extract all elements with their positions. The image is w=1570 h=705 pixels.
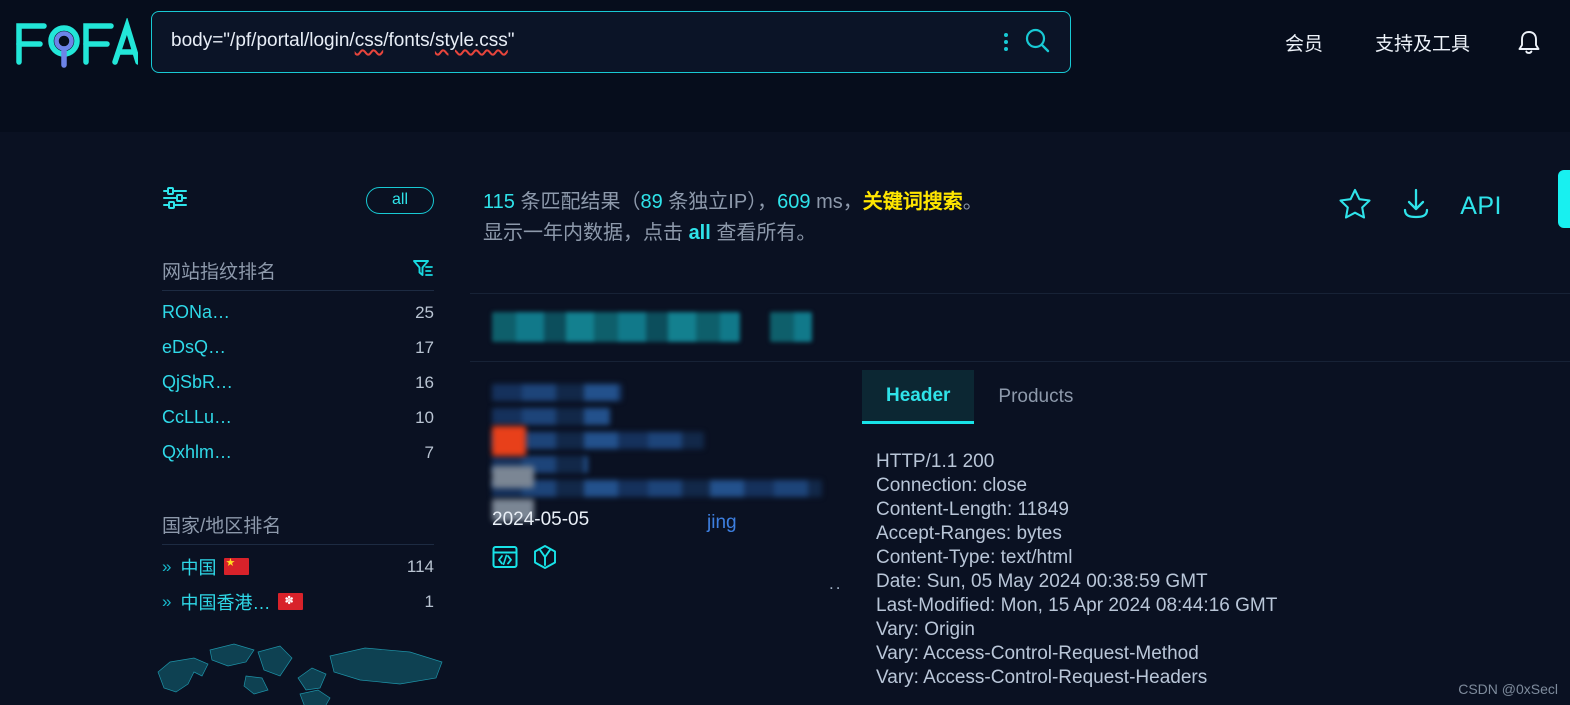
result-date: 2024-05-05 (492, 509, 590, 530)
redacted-meta-line (492, 408, 610, 425)
all-inline-link[interactable]: all (689, 222, 711, 244)
sliders-filter-icon[interactable] (162, 186, 188, 215)
header-line: Vary: Access-Control-Request-Method (876, 643, 1199, 664)
header-line: HTTP/1.1 200 (876, 451, 995, 472)
header-line: Content-Length: 11849 (876, 499, 1069, 520)
list-item[interactable]: » 中国 114 (162, 549, 434, 584)
section-divider (162, 290, 434, 291)
list-item[interactable]: Qxhlm… 7 (162, 435, 434, 470)
header-line: Last-Modified: Mon, 15 Apr 2024 08:44:16… (876, 595, 1278, 616)
section-divider (162, 544, 434, 545)
funnel-filter-icon[interactable] (412, 258, 434, 284)
detail-panel: Header Products HTTP/1.1 200 Connection:… (862, 370, 1570, 705)
product-cube-icon[interactable] (532, 544, 558, 570)
section-title-country: 国家/地区排名 (162, 516, 282, 537)
download-icon[interactable] (1400, 187, 1432, 225)
http-header-output: HTTP/1.1 200 Connection: close Content-L… (862, 450, 1570, 700)
card-meta-column: jing .. (492, 384, 892, 593)
facets-sidebar: all 网站指纹排名 RONa… 25 eDsQ… 17 QjSbR… 16 C… (0, 132, 470, 705)
detail-tabs: Header Products (862, 370, 1570, 424)
section-title-fingerprint: 网站指纹排名 (162, 257, 434, 284)
list-item[interactable]: QjSbR… 16 (162, 365, 434, 400)
page-body: all 网站指纹排名 RONa… 25 eDsQ… 17 QjSbR… 16 C… (0, 132, 1570, 705)
summary-line-1: 115 条匹配结果（89 条独立IP），609 ms，关键词搜索。 (483, 191, 983, 213)
fofa-logo[interactable] (14, 16, 138, 70)
redacted-meta-line (492, 480, 822, 497)
card-header (492, 312, 812, 342)
view-source-code-icon[interactable] (492, 545, 518, 569)
header-line: Date: Sun, 05 May 2024 00:38:59 GMT (876, 571, 1208, 592)
redacted-host-title[interactable] (492, 312, 740, 342)
summary-line-2: 显示一年内数据，点击 all 查看所有。 (483, 222, 817, 244)
header-line: Accept-Ranges: bytes (876, 523, 1062, 544)
side-drawer-handle[interactable] (1558, 170, 1570, 228)
csdn-watermark: CSDN @0xSecl (1458, 681, 1558, 697)
card-action-icons (492, 544, 558, 570)
kebab-menu-icon[interactable] (1004, 33, 1008, 51)
app-header: body="/pf/portal/login/css/fonts/style.c… (0, 0, 1570, 85)
country-rank-list: » 中国 114 » 中国香港… 1 (162, 549, 434, 619)
list-item[interactable]: eDsQ… 17 (162, 330, 434, 365)
partial-location-text: jing (707, 512, 737, 533)
list-item[interactable]: » 中国香港… 1 (162, 584, 434, 619)
flag-icon-hk (278, 593, 304, 610)
card-divider (470, 361, 1570, 362)
tab-products[interactable]: Products (974, 370, 1097, 424)
redacted-flag-icon (492, 426, 526, 456)
fingerprint-rank-list: RONa… 25 eDsQ… 17 QjSbR… 16 CcLLu… 10 Qx… (162, 295, 434, 470)
nav-item-membership[interactable]: 会员 (1259, 29, 1349, 56)
redacted-meta-line (492, 384, 622, 401)
list-item[interactable]: RONa… 25 (162, 295, 434, 330)
star-favorite-icon[interactable] (1338, 187, 1372, 225)
notification-bell-icon[interactable] (1516, 29, 1542, 57)
search-type-badge: 关键词搜索 (862, 191, 963, 213)
all-toggle-button[interactable]: all (366, 186, 434, 214)
fofa-search-results-page: body="/pf/portal/login/css/fonts/style.c… (0, 0, 1570, 705)
header-nav: 会员 支持及工具 (1259, 0, 1570, 85)
search-magnifier-icon[interactable] (1024, 27, 1050, 58)
result-card: jing .. 2024-05-05 Header Products HTTP/… (470, 294, 1570, 705)
list-item[interactable]: CcLLu… 10 (162, 400, 434, 435)
tab-header[interactable]: Header (862, 370, 975, 424)
header-line: Connection: close (876, 475, 1028, 496)
header-line: Content-Type: text/html (876, 547, 1073, 568)
nav-item-support-tools[interactable]: 支持及工具 (1349, 29, 1496, 56)
results-toolbar: API (1338, 187, 1502, 225)
results-pane: 115 条匹配结果（89 条独立IP），609 ms，关键词搜索。 显示一年内数… (470, 132, 1570, 705)
redacted-port-badge (770, 312, 812, 342)
expand-chevron-icon[interactable]: » (162, 557, 172, 577)
flag-icon-cn (224, 558, 250, 575)
api-button[interactable]: API (1460, 192, 1502, 221)
redacted-icon (492, 466, 534, 488)
truncation-ellipsis: .. (829, 574, 843, 593)
world-map-graphic (150, 632, 470, 705)
search-bar[interactable]: body="/pf/portal/login/css/fonts/style.c… (151, 11, 1071, 73)
results-summary: 115 条匹配结果（89 条独立IP），609 ms，关键词搜索。 显示一年内数… (483, 187, 983, 249)
header-line: Vary: Origin (876, 619, 975, 640)
expand-chevron-icon[interactable]: » (162, 592, 172, 612)
sidebar-toolbar: all (162, 184, 434, 216)
